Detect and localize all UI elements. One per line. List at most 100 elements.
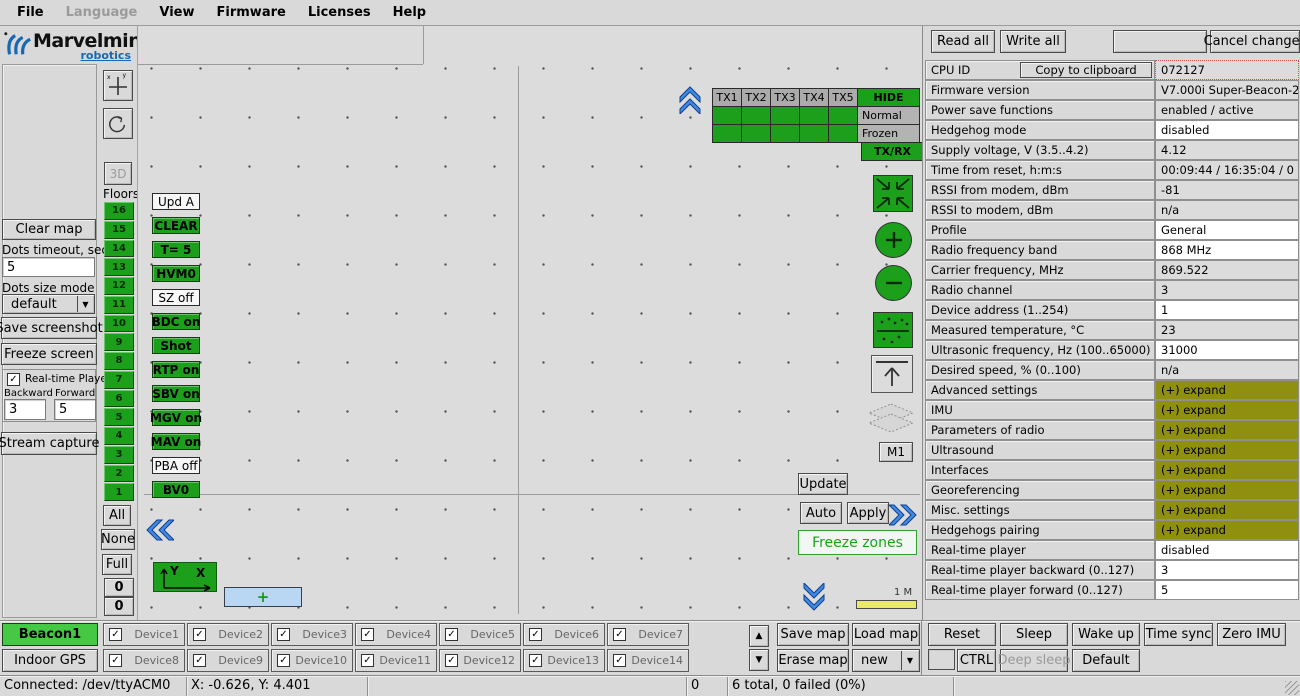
map-cmd-clear[interactable]: CLEAR xyxy=(152,217,200,234)
map-area[interactable]: Upd ACLEART= 5HVM0SZ offBDC onShotRTP on… xyxy=(137,26,922,620)
floor-button-13[interactable]: 13 xyxy=(104,258,134,276)
param-value-ultrasonic-frequency-hz-100-65000[interactable]: 31000 xyxy=(1155,340,1299,360)
checkbox-icon[interactable]: ✓ xyxy=(613,654,626,667)
default-button[interactable]: Default xyxy=(1072,649,1140,672)
param-value-interfaces[interactable]: (+) expand xyxy=(1155,460,1299,480)
floor-button-3[interactable]: 3 xyxy=(104,446,134,464)
tx-header-tx1[interactable]: TX1 xyxy=(712,88,742,107)
floors-all-button[interactable]: All xyxy=(103,505,131,526)
scroll-up-button[interactable]: ▲ xyxy=(749,625,769,647)
fit-to-screen-icon[interactable] xyxy=(873,175,913,212)
map-select[interactable]: new ▼ xyxy=(852,649,920,672)
floor-button-16[interactable]: 16 xyxy=(104,202,134,220)
chevron-down-icon[interactable]: ▼ xyxy=(901,651,918,670)
device-toggle-device12[interactable]: ✓Device12 xyxy=(439,649,521,672)
param-value-hedgehogs-pairing[interactable]: (+) expand xyxy=(1155,520,1299,540)
scroll-down-button[interactable]: ▼ xyxy=(749,649,769,671)
menu-help[interactable]: Help xyxy=(382,5,437,20)
chevron-down-icon[interactable]: ▼ xyxy=(77,296,93,312)
tx-header-tx2[interactable]: TX2 xyxy=(741,88,771,107)
erase-map-button[interactable]: Erase map xyxy=(777,649,849,672)
tx-cell-r1-c3[interactable] xyxy=(770,106,800,125)
map-cmd-pba-off[interactable]: PBA off xyxy=(152,457,200,474)
device-toggle-device1[interactable]: ✓Device1 xyxy=(103,623,185,646)
checkbox-icon[interactable]: ✓ xyxy=(529,654,542,667)
param-value-radio-frequency-band[interactable]: 868 MHz xyxy=(1155,240,1299,260)
freeze-screen-button[interactable]: Freeze screen xyxy=(1,343,97,365)
param-value-cpu-id[interactable]: 072127 xyxy=(1155,60,1299,80)
floor-button-8[interactable]: 8 xyxy=(104,352,134,370)
checkbox-icon[interactable]: ✓ xyxy=(445,628,458,641)
param-value-real-time-player[interactable]: disabled xyxy=(1155,540,1299,560)
map-cmd-hvm0[interactable]: HVM0 xyxy=(152,265,200,282)
param-value-profile[interactable]: General xyxy=(1155,220,1299,240)
floor-button-10[interactable]: 10 xyxy=(104,315,134,333)
rotate-icon[interactable] xyxy=(103,108,133,139)
blank-button[interactable] xyxy=(1113,30,1207,53)
param-value-real-time-player-backward-0-127[interactable]: 3 xyxy=(1155,560,1299,580)
copy-to-clipboard-button[interactable]: Copy to clipboard xyxy=(1020,62,1152,78)
checkbox-icon[interactable]: ✓ xyxy=(361,628,374,641)
floor-button-14[interactable]: 14 xyxy=(104,240,134,258)
checkbox-icon[interactable]: ✓ xyxy=(109,628,122,641)
floors-none-button[interactable]: None xyxy=(101,529,135,550)
collapse-down-icon[interactable] xyxy=(801,583,827,613)
checkbox-icon[interactable]: ✓ xyxy=(193,628,206,641)
reset-button[interactable]: Reset xyxy=(928,623,996,646)
checkbox-icon[interactable]: ✓ xyxy=(109,654,122,667)
tx-cell-r2-c3[interactable] xyxy=(770,124,800,143)
param-value-misc-settings[interactable]: (+) expand xyxy=(1155,500,1299,520)
floor-button-9[interactable]: 9 xyxy=(104,333,134,351)
device-toggle-device7[interactable]: ✓Device7 xyxy=(607,623,689,646)
param-value-real-time-player-forward-0-127[interactable]: 5 xyxy=(1155,580,1299,600)
device-toggle-device9[interactable]: ✓Device9 xyxy=(187,649,269,672)
collapse-left-icon[interactable] xyxy=(144,517,174,543)
zero-imu-button[interactable]: Zero IMU xyxy=(1217,623,1286,646)
param-value-hedgehog-mode[interactable]: disabled xyxy=(1155,120,1299,140)
clear-map-button[interactable]: Clear map xyxy=(2,219,96,240)
tx-cell-r1-c4[interactable] xyxy=(799,106,829,125)
tx-cell-r2-c5[interactable] xyxy=(828,124,858,143)
floors-full-button[interactable]: Full xyxy=(102,554,132,575)
floor-button-15[interactable]: 15 xyxy=(104,221,134,239)
add-button[interactable]: + xyxy=(224,587,302,607)
tx-cell-r2-c4[interactable] xyxy=(799,124,829,143)
floor-button-11[interactable]: 11 xyxy=(104,296,134,314)
update-button[interactable]: Update xyxy=(798,473,848,495)
floor-button-1[interactable]: 1 xyxy=(104,483,134,501)
param-value-parameters-of-radio[interactable]: (+) expand xyxy=(1155,420,1299,440)
menu-view[interactable]: View xyxy=(148,5,205,20)
wake-up-button[interactable]: Wake up xyxy=(1072,623,1140,646)
param-value-device-address-1-254[interactable]: 1 xyxy=(1155,300,1299,320)
dots-timeout-input[interactable]: 5 xyxy=(2,257,95,277)
floor-button-5[interactable]: 5 xyxy=(104,408,134,426)
checkbox-icon[interactable]: ✓ xyxy=(445,654,458,667)
cancel-changes-button[interactable]: Cancel changes xyxy=(1210,30,1300,53)
tx-header-tx3[interactable]: TX3 xyxy=(770,88,800,107)
tx-header-tx4[interactable]: TX4 xyxy=(799,88,829,107)
freeze-zones-button[interactable]: Freeze zones xyxy=(798,530,917,555)
map-cmd-upd-a[interactable]: Upd A xyxy=(152,193,200,210)
checkbox-icon[interactable]: ✓ xyxy=(277,628,290,641)
sleep-button[interactable]: Sleep xyxy=(1000,623,1068,646)
tx-normal-label[interactable]: Normal xyxy=(857,106,920,125)
map-cmd-mgv-on[interactable]: MGV on xyxy=(152,409,200,426)
device-toggle-device14[interactable]: ✓Device14 xyxy=(607,649,689,672)
ctrl-button[interactable]: CTRL xyxy=(957,649,996,672)
floor-button-6[interactable]: 6 xyxy=(104,390,134,408)
device-toggle-device13[interactable]: ✓Device13 xyxy=(523,649,605,672)
checkbox-icon[interactable]: ✓ xyxy=(193,654,206,667)
tx-cell-r1-c1[interactable] xyxy=(712,106,742,125)
indoor-gps-tab[interactable]: Indoor GPS xyxy=(2,649,98,672)
forward-input[interactable]: 5 xyxy=(54,399,96,420)
axes-crosshair-icon[interactable]: x y xyxy=(103,70,133,101)
param-value-advanced-settings[interactable]: (+) expand xyxy=(1155,380,1299,400)
read-all-button[interactable]: Read all xyxy=(931,30,995,53)
expand-right-icon[interactable] xyxy=(889,502,919,528)
dots-display-icon[interactable] xyxy=(873,312,913,348)
floor-button-7[interactable]: 7 xyxy=(104,371,134,389)
tx-cell-r2-c1[interactable] xyxy=(712,124,742,143)
floor-button-2[interactable]: 2 xyxy=(104,465,134,483)
map-cmd-mav-on[interactable]: MAV on xyxy=(152,433,200,450)
floor-button-12[interactable]: 12 xyxy=(104,277,134,295)
